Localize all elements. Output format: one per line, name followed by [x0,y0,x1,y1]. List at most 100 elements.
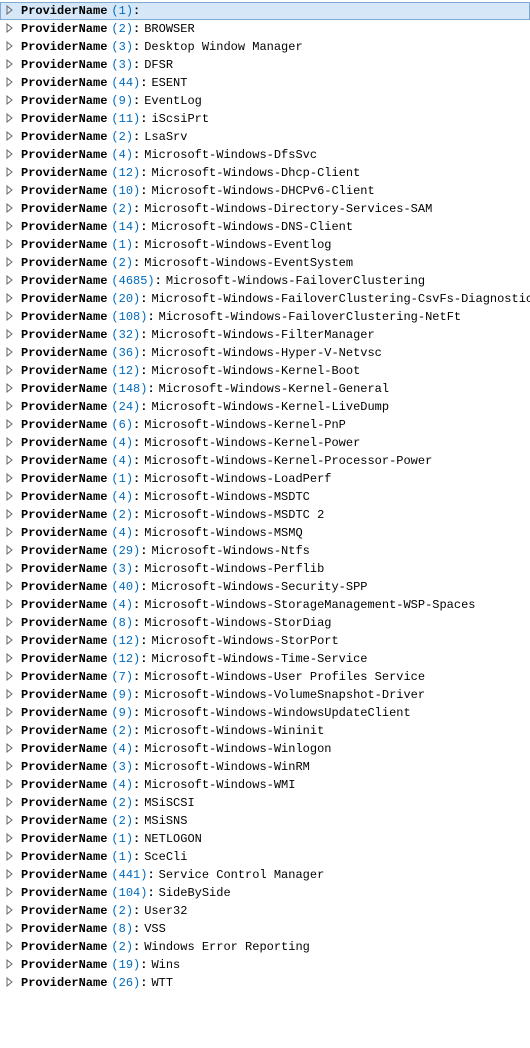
expand-icon[interactable] [5,239,17,251]
expand-icon[interactable] [5,941,17,953]
expand-icon[interactable] [5,671,17,683]
expand-icon[interactable] [5,545,17,557]
expand-icon[interactable] [5,923,17,935]
tree-row[interactable]: ProviderName(4):Microsoft-Windows-Kernel… [0,434,530,452]
expand-icon[interactable] [5,383,17,395]
tree-row[interactable]: ProviderName(1):Microsoft-Windows-Eventl… [0,236,530,254]
expand-icon[interactable] [5,851,17,863]
expand-icon[interactable] [5,617,17,629]
tree-row[interactable]: ProviderName(8):Microsoft-Windows-StorDi… [0,614,530,632]
tree-row[interactable]: ProviderName(9):Microsoft-Windows-Window… [0,704,530,722]
tree-row[interactable]: ProviderName(4):Microsoft-Windows-Storag… [0,596,530,614]
expand-icon[interactable] [5,131,17,143]
tree-row[interactable]: ProviderName(11):iScsiPrt [0,110,530,128]
tree-row[interactable]: ProviderName(441):Service Control Manage… [0,866,530,884]
tree-row[interactable]: ProviderName(6):Microsoft-Windows-Kernel… [0,416,530,434]
tree-row[interactable]: ProviderName(9):EventLog [0,92,530,110]
tree-row[interactable]: ProviderName(12):Microsoft-Windows-Time-… [0,650,530,668]
expand-icon[interactable] [5,707,17,719]
expand-icon[interactable] [5,113,17,125]
tree-row[interactable]: ProviderName(1):NETLOGON [0,830,530,848]
expand-icon[interactable] [5,473,17,485]
expand-icon[interactable] [5,275,17,287]
expand-icon[interactable] [5,5,17,17]
expand-icon[interactable] [5,455,17,467]
expand-icon[interactable] [5,905,17,917]
expand-icon[interactable] [5,635,17,647]
tree-row[interactable]: ProviderName(8):VSS [0,920,530,938]
expand-icon[interactable] [5,977,17,989]
tree-row[interactable]: ProviderName(26):WTT [0,974,530,992]
tree-row[interactable]: ProviderName(2):MSiSCSI [0,794,530,812]
tree-row[interactable]: ProviderName(3):Microsoft-Windows-WinRM [0,758,530,776]
tree-row[interactable]: ProviderName(3):Desktop Window Manager [0,38,530,56]
expand-icon[interactable] [5,365,17,377]
tree-row[interactable]: ProviderName(4):Microsoft-Windows-MSMQ [0,524,530,542]
expand-icon[interactable] [5,23,17,35]
expand-icon[interactable] [5,833,17,845]
tree-row[interactable]: ProviderName(9):Microsoft-Windows-Volume… [0,686,530,704]
tree-row[interactable]: ProviderName(1): [0,2,530,20]
tree-row[interactable]: ProviderName(20):Microsoft-Windows-Failo… [0,290,530,308]
expand-icon[interactable] [5,203,17,215]
tree-row[interactable]: ProviderName(12):Microsoft-Windows-Kerne… [0,362,530,380]
expand-icon[interactable] [5,491,17,503]
expand-icon[interactable] [5,149,17,161]
tree-row[interactable]: ProviderName(12):Microsoft-Windows-StorP… [0,632,530,650]
expand-icon[interactable] [5,815,17,827]
expand-icon[interactable] [5,599,17,611]
expand-icon[interactable] [5,761,17,773]
expand-icon[interactable] [5,311,17,323]
expand-icon[interactable] [5,329,17,341]
expand-icon[interactable] [5,869,17,881]
expand-icon[interactable] [5,779,17,791]
expand-icon[interactable] [5,725,17,737]
tree-row[interactable]: ProviderName(24):Microsoft-Windows-Kerne… [0,398,530,416]
tree-row[interactable]: ProviderName(29):Microsoft-Windows-Ntfs [0,542,530,560]
expand-icon[interactable] [5,59,17,71]
expand-icon[interactable] [5,437,17,449]
expand-icon[interactable] [5,509,17,521]
tree-row[interactable]: ProviderName(12):Microsoft-Windows-Dhcp-… [0,164,530,182]
expand-icon[interactable] [5,185,17,197]
tree-row[interactable]: ProviderName(44):ESENT [0,74,530,92]
tree-row[interactable]: ProviderName(32):Microsoft-Windows-Filte… [0,326,530,344]
expand-icon[interactable] [5,527,17,539]
tree-row[interactable]: ProviderName(4):Microsoft-Windows-WMI [0,776,530,794]
tree-row[interactable]: ProviderName(3):Microsoft-Windows-Perfli… [0,560,530,578]
expand-icon[interactable] [5,563,17,575]
expand-icon[interactable] [5,959,17,971]
tree-row[interactable]: ProviderName(1):SceCli [0,848,530,866]
tree-row[interactable]: ProviderName(2):Windows Error Reporting [0,938,530,956]
tree-row[interactable]: ProviderName(104):SideBySide [0,884,530,902]
tree-row[interactable]: ProviderName(2):Microsoft-Windows-Direct… [0,200,530,218]
expand-icon[interactable] [5,221,17,233]
expand-icon[interactable] [5,419,17,431]
tree-row[interactable]: ProviderName(4685):Microsoft-Windows-Fai… [0,272,530,290]
expand-icon[interactable] [5,689,17,701]
tree-row[interactable]: ProviderName(1):Microsoft-Windows-LoadPe… [0,470,530,488]
expand-icon[interactable] [5,95,17,107]
tree-row[interactable]: ProviderName(4):Microsoft-Windows-DfsSvc [0,146,530,164]
expand-icon[interactable] [5,401,17,413]
tree-row[interactable]: ProviderName(36):Microsoft-Windows-Hyper… [0,344,530,362]
tree-row[interactable]: ProviderName(4):Microsoft-Windows-Kernel… [0,452,530,470]
tree-row[interactable]: ProviderName(2):MSiSNS [0,812,530,830]
tree-row[interactable]: ProviderName(2):Microsoft-Windows-EventS… [0,254,530,272]
expand-icon[interactable] [5,653,17,665]
tree-row[interactable]: ProviderName(40):Microsoft-Windows-Secur… [0,578,530,596]
expand-icon[interactable] [5,41,17,53]
expand-icon[interactable] [5,797,17,809]
tree-row[interactable]: ProviderName(2):LsaSrv [0,128,530,146]
expand-icon[interactable] [5,293,17,305]
tree-row[interactable]: ProviderName(108):Microsoft-Windows-Fail… [0,308,530,326]
expand-icon[interactable] [5,167,17,179]
tree-row[interactable]: ProviderName(2):User32 [0,902,530,920]
tree-row[interactable]: ProviderName(4):Microsoft-Windows-MSDTC [0,488,530,506]
tree-row[interactable]: ProviderName(4):Microsoft-Windows-Winlog… [0,740,530,758]
tree-row[interactable]: ProviderName(19):Wins [0,956,530,974]
expand-icon[interactable] [5,257,17,269]
tree-row[interactable]: ProviderName(2):Microsoft-Windows-MSDTC … [0,506,530,524]
expand-icon[interactable] [5,77,17,89]
expand-icon[interactable] [5,887,17,899]
